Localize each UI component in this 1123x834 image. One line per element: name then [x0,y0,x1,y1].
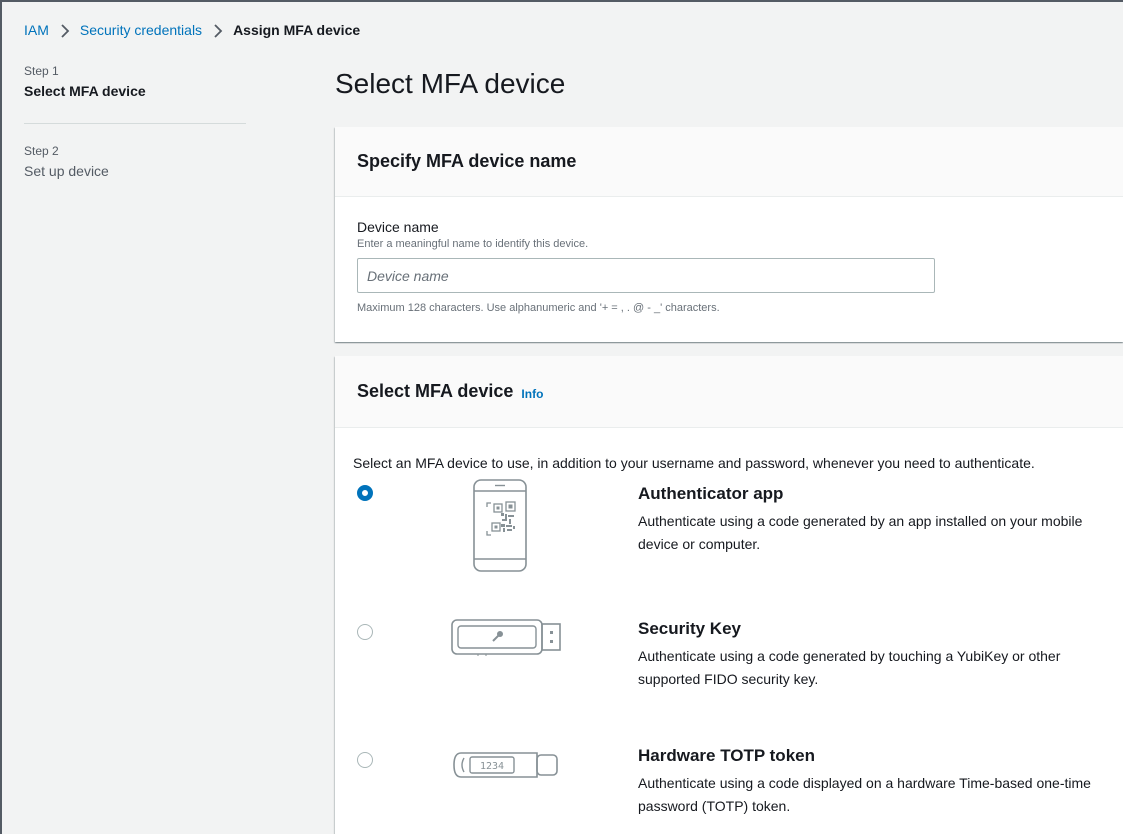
totp-token-icon: 1234 [452,751,564,784]
field-label: Device name [357,219,439,235]
option-text: Authenticator app Authenticate using a c… [638,484,1118,556]
usb-key-icon [450,618,562,663]
device-name-input[interactable] [357,258,935,293]
panel-description: Select an MFA device to use, in addition… [353,455,1035,471]
panel-title: Specify MFA device name [357,151,577,171]
option-hardware-totp[interactable]: 1234 Hardware TOTP token Authenticate us… [335,746,1123,834]
select-mfa-panel: Select MFA device Info Select an MFA dev… [335,356,1123,834]
breadcrumb-current: Assign MFA device [233,22,361,38]
step-number: Step 1 [24,64,59,78]
step-number: Step 2 [24,144,59,158]
radio-authenticator-app[interactable] [357,485,373,501]
phone-qr-icon [472,479,528,578]
page-title: Select MFA device [335,68,566,99]
step-divider [24,123,246,124]
field-description: Enter a meaningful name to identify this… [357,238,589,250]
option-authenticator-app[interactable]: Authenticator app Authenticate using a c… [335,479,1123,591]
breadcrumb-iam[interactable]: IAM [24,22,49,38]
breadcrumb: IAM Security credentials Assign MFA device [0,0,1123,58]
info-link[interactable]: Info [521,387,543,401]
token-display-text: 1234 [480,761,504,772]
option-security-key[interactable]: Security Key Authenticate using a code g… [335,618,1123,718]
step-title: Set up device [24,163,109,179]
option-text: Hardware TOTP token Authenticate using a… [638,746,1118,818]
wizard-steps: Step 1 Select MFA device Step 2 Set up d… [24,64,246,179]
device-name-field: Device name Enter a meaningful name to i… [335,197,1123,314]
panel-header: Select MFA device Info [335,356,1123,428]
wizard-step-2: Step 2 Set up device [24,144,246,179]
step-title: Select MFA device [24,83,146,99]
option-text: Security Key Authenticate using a code g… [638,619,1118,691]
option-description: Authenticate using a code generated by a… [638,513,1083,552]
radio-security-key[interactable] [357,624,373,640]
option-description: Authenticate using a code generated by t… [638,648,1061,687]
device-name-panel: Specify MFA device name Device name Ente… [335,127,1123,342]
panel-title: Select MFA device [357,381,514,401]
chevron-right-icon [213,24,223,41]
option-description: Authenticate using a code displayed on a… [638,775,1091,814]
breadcrumb-security-credentials[interactable]: Security credentials [80,22,202,38]
radio-hardware-totp[interactable] [357,752,373,768]
field-constraint: Maximum 128 characters. Use alphanumeric… [357,302,720,314]
panel-header: Specify MFA device name [335,127,1123,197]
chevron-right-icon [60,24,70,41]
wizard-step-1[interactable]: Step 1 Select MFA device [24,64,246,99]
option-title: Security Key [638,619,741,638]
option-title: Authenticator app [638,484,784,503]
option-title: Hardware TOTP token [638,746,815,765]
